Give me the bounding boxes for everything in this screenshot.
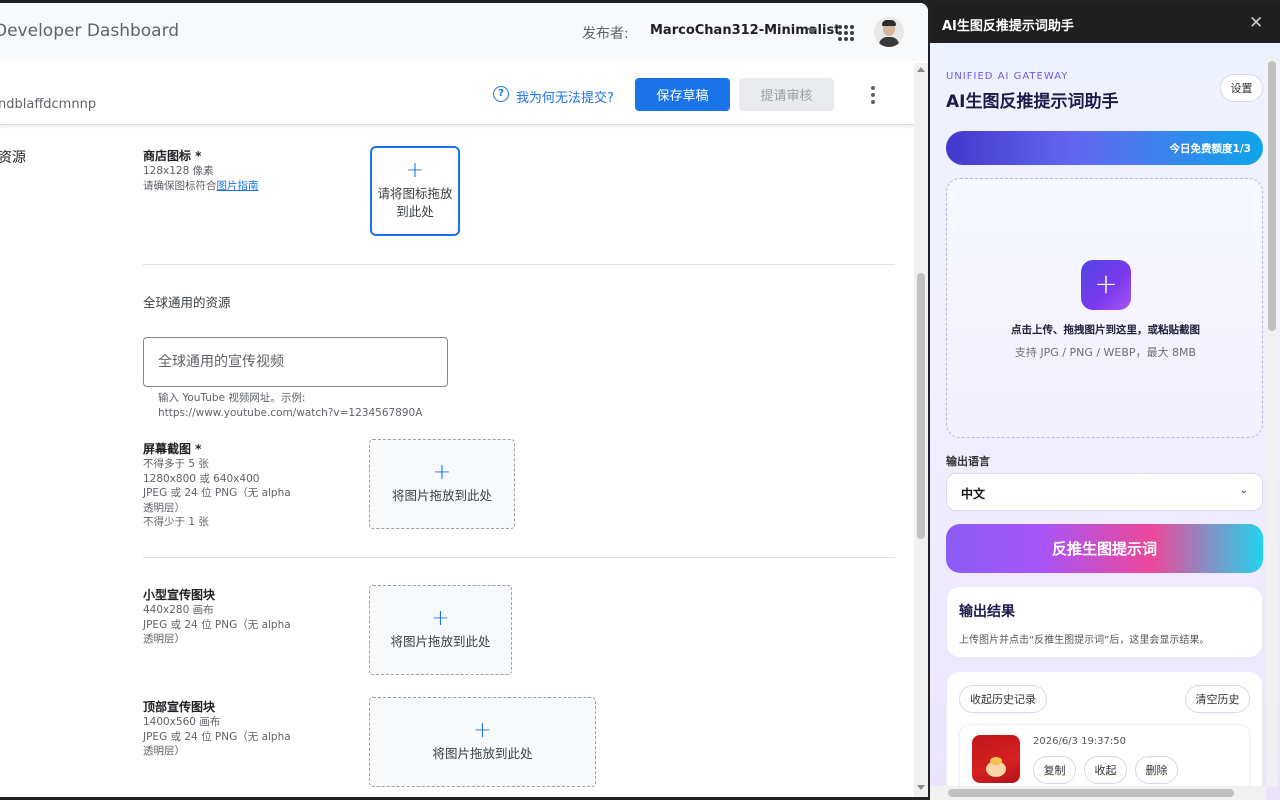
quota-bar: 今日免费额度1/3 [946,131,1263,165]
panel-header: AI生图反推提示词助手 ✕ [930,3,1280,43]
image-upload-zone[interactable]: + 点击上传、拖拽图片到这里，或粘贴截图 支持 JPG / PNG / WEBP… [946,178,1263,438]
marquee-promo-dropzone[interactable]: + 将图片拖放到此处 [369,697,596,787]
dropzone-text: 将图片拖放到此处 [391,488,492,503]
result-desc: 上传图片并点击“反推生图提示词”后，这里会显示结果。 [959,635,1210,646]
scrollbar-thumb[interactable] [948,789,1234,797]
plus-icon: + [1081,260,1131,310]
fold-button[interactable]: 收起 [1084,756,1127,784]
save-draft-button[interactable]: 保存草稿 [635,78,730,111]
output-language-select[interactable]: 中文 ⌄ [946,473,1263,511]
global-assets-title: 全球通用的资源 [143,295,231,310]
panel-scrollbar[interactable] [1266,57,1278,787]
quota-text: 今日免费额度1/3 [1169,143,1251,155]
promo-video-hint: 输入 YouTube 视频网址。示例: https://www.youtube.… [158,391,422,420]
section-title: 资源 [0,150,26,166]
more-vert-icon[interactable] [870,86,876,104]
image-guide-link[interactable]: 图片指南 [217,180,259,192]
item-action-bar: ndblaffdcmnnp ? 我为何无法提交? 保存草稿 提请审核 [0,61,914,125]
chevron-down-icon: ⌄ [1239,485,1248,496]
history-timestamp: 2026/6/3 19:37:50 [1033,736,1127,747]
publisher-label: 发布者: [582,26,629,42]
dropzone-text: 请将图标拖放到此处 [377,186,453,219]
reverse-prompt-button[interactable]: 反推生图提示词 [946,524,1263,573]
screenshots-label: 屏幕截图 * [143,442,202,456]
desc-line: 透明层） [143,501,185,514]
result-title: 输出结果 [959,604,1015,620]
small-promo-dropzone[interactable]: + 将图片拖放到此处 [369,585,512,675]
page-scrollbar[interactable] [914,63,928,797]
store-icon-label: 商店图标 * [143,149,202,163]
desc-line: 1400x560 画布 [143,716,221,728]
scrollbar-thumb[interactable] [917,273,925,539]
delete-button[interactable]: 删除 [1135,756,1178,784]
desc-line: JPEG 或 24 位 PNG（无 alpha [143,618,291,631]
desc-line: 不得少于 1 张 [143,516,209,528]
plus-icon: + [431,606,450,631]
item-id: ndblaffdcmnnp [0,97,97,112]
chevron-down-icon[interactable] [807,28,817,34]
upload-hint: 点击上传、拖拽图片到这里，或粘贴截图 [1011,324,1200,336]
apps-grid-icon[interactable] [838,25,854,41]
plus-icon: + [432,460,452,485]
assistant-title: AI生图反推提示词助手 [946,92,1119,112]
output-language-label: 输出语言 [946,455,990,468]
store-icon-desc: 128x128 像素 请确保图标符合图片指南 [143,164,259,193]
small-promo-desc: 440x280 画布 JPEG 或 24 位 PNG（无 alpha 透明层） [143,603,291,647]
close-icon[interactable]: ✕ [1249,13,1263,33]
scroll-down-arrow-icon[interactable] [917,785,925,790]
scrollbar-thumb[interactable] [1268,61,1276,331]
submit-review-button[interactable]: 提请审核 [739,78,834,111]
desc-line: JPEG 或 24 位 PNG（无 alpha [143,730,291,743]
divider [143,557,895,558]
store-icon-size: 128x128 像素 [143,165,214,177]
upload-formats: 支持 JPG / PNG / WEBP，最大 8MB [1014,346,1197,359]
divider [143,264,895,265]
why-cant-submit-link[interactable]: 我为何无法提交? [516,87,614,106]
help-circle-icon[interactable]: ? [493,86,509,102]
app-title: Developer Dashboard [0,21,180,41]
developer-dashboard: Developer Dashboard 发布者: MarcoChan312-Mi… [0,3,928,797]
marquee-promo-label: 顶部宣传图块 [143,700,216,714]
dropzone-text: 将图片拖放到此处 [390,634,491,649]
desc-line: 不得多于 5 张 [143,458,209,470]
scroll-up-arrow-icon[interactable] [917,67,925,72]
small-promo-label: 小型宣传图块 [143,588,216,602]
desc-line: 透明层） [143,633,185,645]
settings-button[interactable]: 设置 [1220,74,1263,102]
screenshots-dropzone[interactable]: + 将图片拖放到此处 [369,439,515,529]
panel-body: UNIFIED AI GATEWAY AI生图反推提示词助手 设置 今日免费额度… [930,43,1280,800]
clear-history-button[interactable]: 清空历史 [1185,685,1250,713]
promo-video-input[interactable] [143,337,448,387]
hint-line: https://www.youtube.com/watch?v=12345678… [158,406,423,419]
screenshots-desc: 不得多于 5 张 1280x800 或 640x400 JPEG 或 24 位 … [143,457,291,530]
desc-line: 透明层） [143,745,185,757]
plus-icon: + [405,158,425,183]
plus-icon: + [473,718,492,743]
result-card: 输出结果 上传图片并点击“反推生图提示词”后，这里会显示结果。 [946,586,1263,658]
panel-horizontal-scrollbar[interactable] [930,786,1266,800]
selected-language: 中文 [961,487,986,501]
guide-prefix: 请确保图标符合 [143,179,217,192]
ai-side-panel: AI生图反推提示词助手 ✕ UNIFIED AI GATEWAY AI生图反推提… [930,3,1280,800]
desc-line: 440x280 画布 [143,604,214,616]
store-icon-dropzone[interactable]: + 请将图标拖放到此处 [370,146,460,236]
desc-line: 1280x800 或 640x400 [143,472,260,485]
gateway-label: UNIFIED AI GATEWAY [946,71,1069,82]
dropzone-text: 将图片拖放到此处 [432,746,533,761]
collapse-history-button[interactable]: 收起历史记录 [959,685,1047,713]
panel-header-title: AI生图反推提示词助手 [942,19,1074,34]
hint-line: 输入 YouTube 视频网址。示例: [158,392,306,404]
marquee-promo-desc: 1400x560 画布 JPEG 或 24 位 PNG（无 alpha 透明层） [143,715,291,759]
history-thumbnail[interactable] [972,735,1020,783]
desc-line: JPEG 或 24 位 PNG（无 alpha [143,487,291,499]
history-card: 收起历史记录 清空历史 2026/6/3 19:37:50 复制 收起 删除 [946,671,1263,800]
copy-button[interactable]: 复制 [1033,756,1076,784]
top-bar: Developer Dashboard 发布者: MarcoChan312-Mi… [0,3,928,61]
avatar[interactable] [874,17,904,47]
